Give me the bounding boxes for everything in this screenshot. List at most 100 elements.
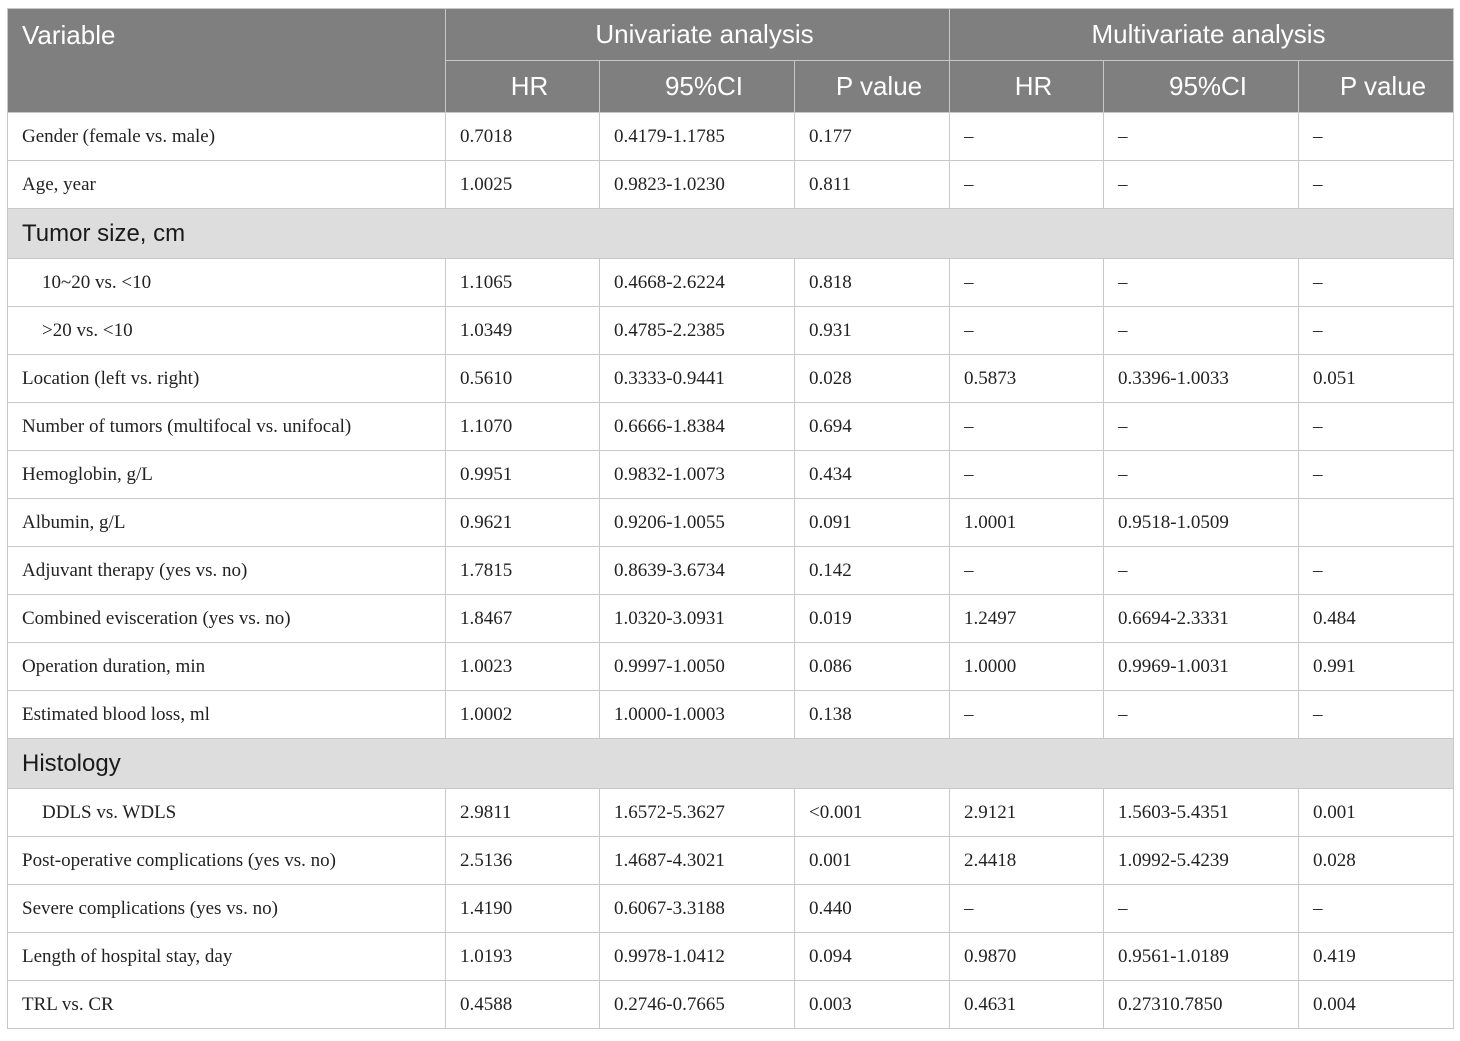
cell-multi-hr: – <box>949 112 1105 161</box>
cell-uni-hr: 1.0193 <box>445 932 600 981</box>
cell-uni-ci: 0.4668-2.6224 <box>599 258 795 307</box>
cell-multi-ci: – <box>1103 160 1300 209</box>
row-label: Severe complications (yes vs. no) <box>7 884 446 933</box>
cell-uni-hr: 1.0025 <box>445 160 600 209</box>
cell-multi-hr: 1.2497 <box>949 594 1105 643</box>
row-label: DDLS vs. WDLS <box>7 788 446 837</box>
table-row: Post-operative complications (yes vs. no… <box>7 836 1455 885</box>
cell-uni-ci: 1.0320-3.0931 <box>599 594 795 643</box>
cell-uni-ci: 0.9978-1.0412 <box>599 932 795 981</box>
cell-uni-p: 0.694 <box>793 402 951 451</box>
table-row: Location (left vs. right) 0.5610 0.3333-0.… <box>7 354 1455 403</box>
cell-uni-ci: 0.4785-2.2385 <box>599 306 795 355</box>
subheader-multi-p: P value <box>1298 60 1455 113</box>
cell-uni-hr: 1.7815 <box>445 546 600 595</box>
cell-multi-ci: – <box>1103 258 1300 307</box>
cell-multi-hr: – <box>949 160 1105 209</box>
row-label: Age, year <box>7 160 446 209</box>
cell-uni-p: 0.142 <box>793 546 951 595</box>
row-label: Location (left vs. right) <box>7 354 446 403</box>
cell-uni-ci: 1.0000-1.0003 <box>599 690 795 739</box>
cell-multi-p: – <box>1298 450 1455 499</box>
header-multivariate: Multivariate analysis <box>949 8 1455 61</box>
table-row: Severe complications (yes vs. no) 1.4190 0… <box>7 884 1455 933</box>
cell-multi-hr: – <box>949 546 1105 595</box>
row-label: Length of hospital stay, day <box>7 932 446 981</box>
cell-multi-p: 0.484 <box>1298 594 1455 643</box>
subheader-uni-p: P value <box>793 60 951 113</box>
table-row: Length of hospital stay, day 1.0193 0.9978… <box>7 932 1455 981</box>
cell-multi-ci: 1.5603-5.4351 <box>1103 788 1300 837</box>
cell-multi-ci: 0.6694-2.3331 <box>1103 594 1300 643</box>
cell-multi-hr: – <box>949 258 1105 307</box>
row-label: TRL vs. CR <box>7 980 446 1029</box>
cell-uni-p: 0.440 <box>793 884 951 933</box>
cell-multi-p: 0.051 <box>1298 354 1455 403</box>
cell-uni-ci: 0.9832-1.0073 <box>599 450 795 499</box>
cell-multi-p: – <box>1298 546 1455 595</box>
cell-uni-ci: 0.9997-1.0050 <box>599 642 795 691</box>
header-variable: Variable <box>7 8 446 113</box>
cell-uni-p: 0.028 <box>793 354 951 403</box>
cell-uni-hr: 0.7018 <box>445 112 600 161</box>
cell-multi-ci: 0.3396-1.0033 <box>1103 354 1300 403</box>
cell-multi-ci: – <box>1103 450 1300 499</box>
cell-uni-hr: 1.8467 <box>445 594 600 643</box>
cell-multi-hr: – <box>949 306 1105 355</box>
cell-uni-p: 0.019 <box>793 594 951 643</box>
row-label: Post-operative complications (yes vs. no… <box>7 836 446 885</box>
section-row: Histology <box>6 738 1455 789</box>
cell-multi-hr: 2.4418 <box>949 836 1105 885</box>
row-label: Albumin, g/L <box>7 498 446 547</box>
cell-multi-p: – <box>1298 306 1455 355</box>
table-row: Albumin, g/L 0.9621 0.9206-1.0055 0.091 1.00… <box>7 498 1455 547</box>
cell-uni-ci: 0.9823-1.0230 <box>599 160 795 209</box>
cell-multi-ci: – <box>1103 306 1300 355</box>
row-label: Combined evisceration (yes vs. no) <box>7 594 446 643</box>
cell-uni-ci: 0.3333-0.9441 <box>599 354 795 403</box>
cell-multi-ci: 0.9561-1.0189 <box>1103 932 1300 981</box>
cell-uni-hr: 0.9951 <box>445 450 600 499</box>
cell-multi-p <box>1298 498 1455 547</box>
row-label: Number of tumors (multifocal vs. unifoca… <box>7 402 446 451</box>
cell-uni-p: 0.094 <box>793 932 951 981</box>
cell-uni-p: 0.434 <box>793 450 951 499</box>
cell-multi-hr: 1.0001 <box>949 498 1105 547</box>
cell-uni-hr: 0.4588 <box>445 980 600 1029</box>
cell-uni-p: <0.001 <box>793 788 951 837</box>
cell-multi-p: 0.028 <box>1298 836 1455 885</box>
cell-uni-p: 0.811 <box>793 160 951 209</box>
row-label: 10~20 vs. <10 <box>7 258 446 307</box>
cell-multi-p: – <box>1298 160 1455 209</box>
section-row: Tumor size, cm <box>6 208 1455 259</box>
cell-multi-ci: – <box>1103 546 1300 595</box>
cell-multi-hr: 1.0000 <box>949 642 1105 691</box>
subheader-multi-ci: 95%CI <box>1103 60 1300 113</box>
section-label: Histology <box>6 738 1455 789</box>
subheader-uni-hr: HR <box>445 60 600 113</box>
cell-multi-ci: – <box>1103 884 1300 933</box>
cell-uni-p: 0.138 <box>793 690 951 739</box>
row-label: Estimated blood loss, ml <box>7 690 446 739</box>
cell-uni-ci: 1.4687-4.3021 <box>599 836 795 885</box>
cell-multi-ci: 1.0992-5.4239 <box>1103 836 1300 885</box>
cell-uni-p: 0.177 <box>793 112 951 161</box>
table-row: Gender (female vs. male) 0.7018 0.4179-1.1… <box>7 112 1455 161</box>
cell-multi-ci: 0.9518-1.0509 <box>1103 498 1300 547</box>
cell-uni-hr: 2.9811 <box>445 788 600 837</box>
row-label: Hemoglobin, g/L <box>7 450 446 499</box>
cell-uni-ci: 0.8639-3.6734 <box>599 546 795 595</box>
cell-uni-hr: 0.5610 <box>445 354 600 403</box>
cell-multi-p: 0.004 <box>1298 980 1455 1029</box>
cell-multi-hr: 2.9121 <box>949 788 1105 837</box>
cell-uni-ci: 0.9206-1.0055 <box>599 498 795 547</box>
table-row: Hemoglobin, g/L 0.9951 0.9832-1.0073 0.434 –… <box>7 450 1455 499</box>
cell-uni-hr: 1.0349 <box>445 306 600 355</box>
cell-multi-p: – <box>1298 258 1455 307</box>
table-row: Age, year 1.0025 0.9823-1.0230 0.811– – – <box>7 160 1455 209</box>
cell-uni-p: 0.091 <box>793 498 951 547</box>
row-label: >20 vs. <10 <box>7 306 446 355</box>
cell-multi-p: – <box>1298 402 1455 451</box>
row-label: Gender (female vs. male) <box>7 112 446 161</box>
subheader-multi-hr: HR <box>949 60 1105 113</box>
